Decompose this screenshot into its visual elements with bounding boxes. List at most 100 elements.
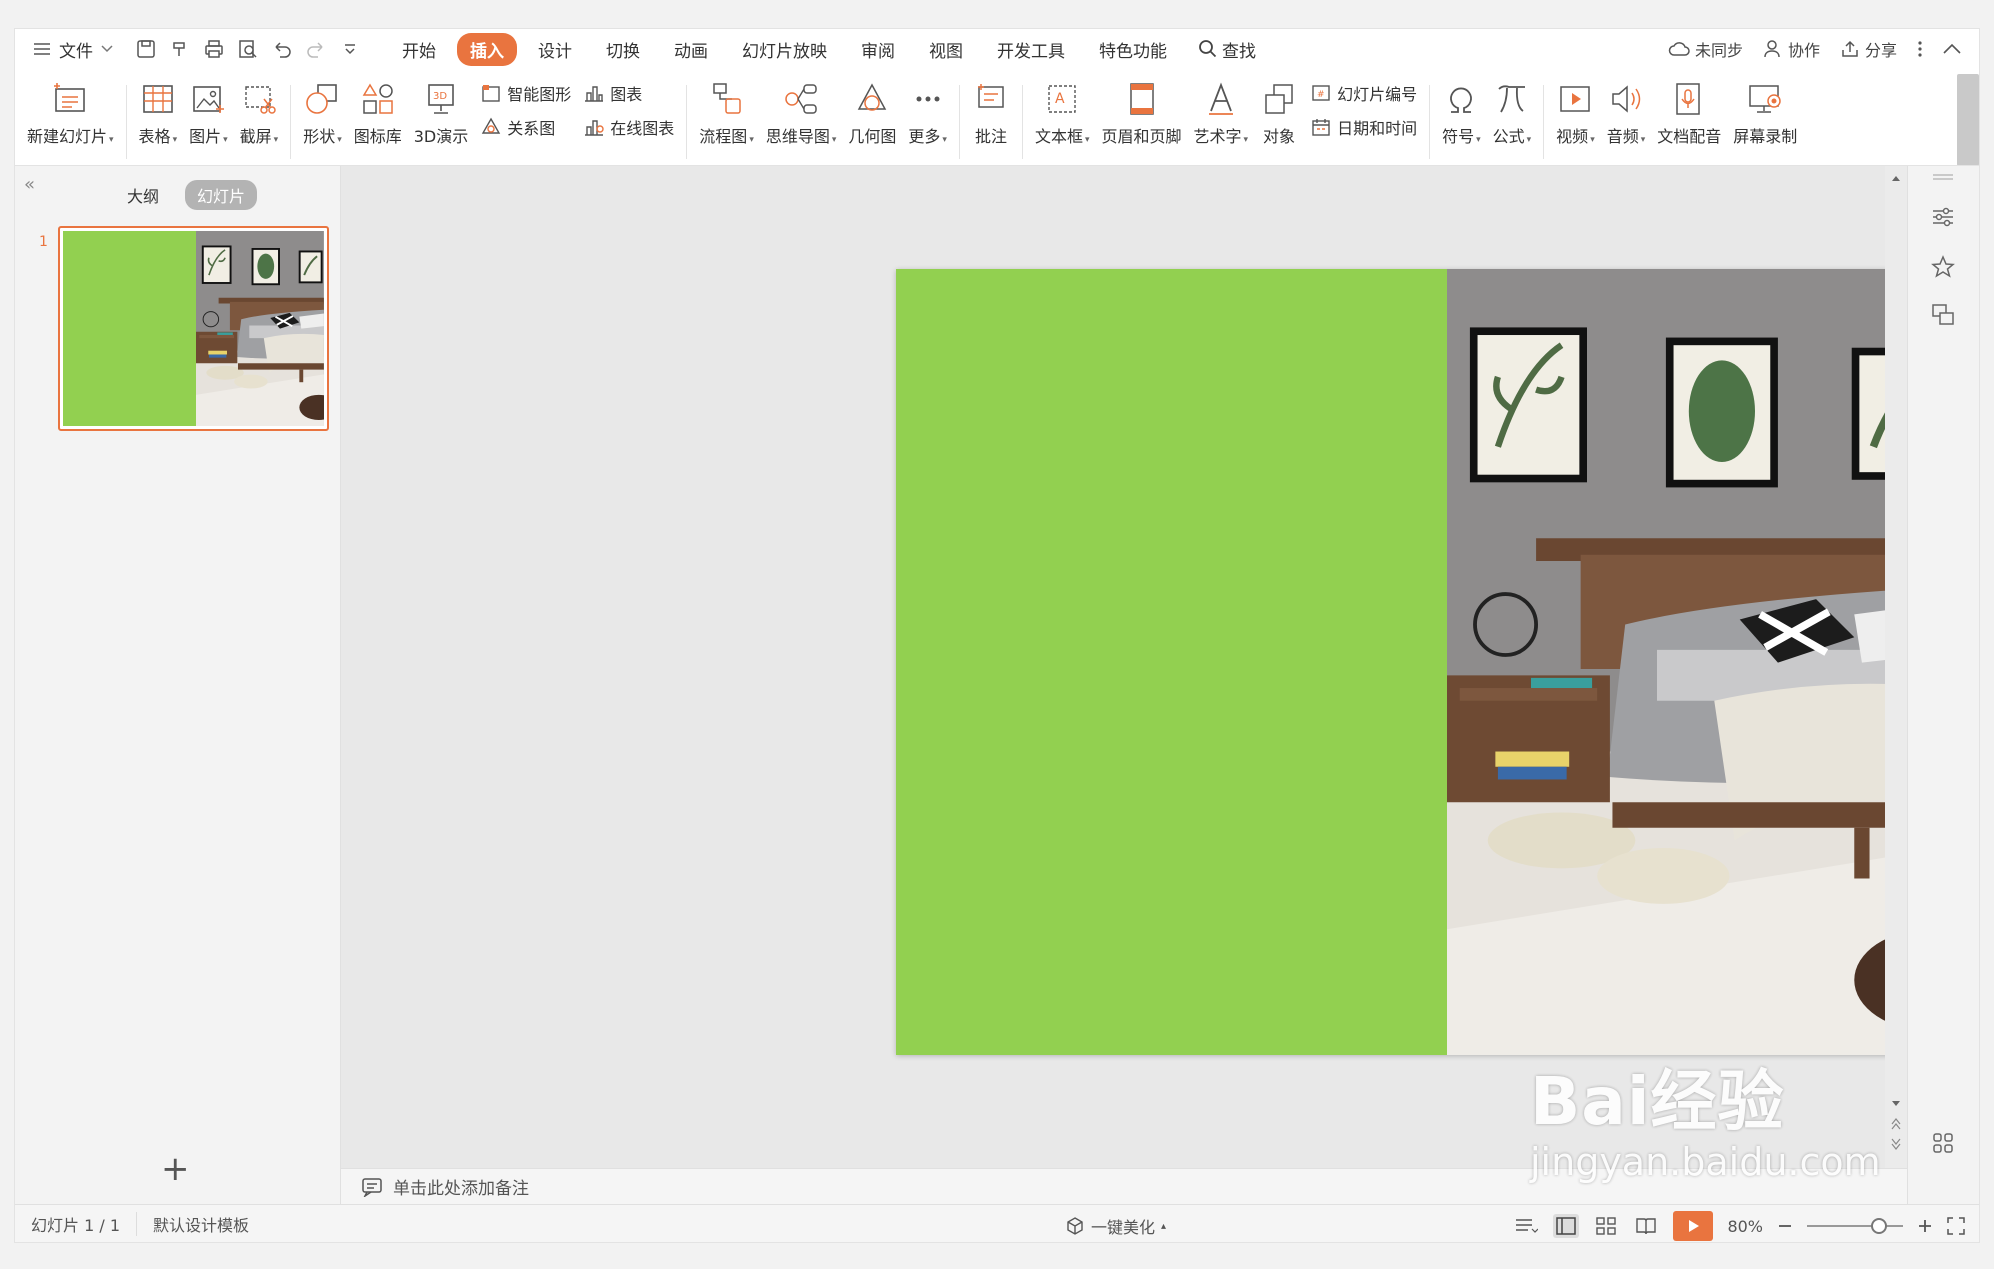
geometry-button[interactable]: 几何图 <box>842 71 902 147</box>
sync-status-button[interactable]: 未同步 <box>1668 37 1743 61</box>
tab-special[interactable]: 特色功能 <box>1086 33 1180 66</box>
print-icon[interactable] <box>203 38 225 60</box>
star-icon[interactable] <box>1930 254 1956 280</box>
screen-record-button[interactable]: 屏幕录制 <box>1727 71 1803 147</box>
ribbon-scrollbar[interactable] <box>1957 74 1979 166</box>
save-icon[interactable] <box>135 38 157 60</box>
tab-developer[interactable]: 开发工具 <box>984 33 1078 66</box>
play-slideshow-button[interactable] <box>1673 1211 1714 1241</box>
tab-animations[interactable]: 动画 <box>661 33 721 66</box>
print-preview-icon[interactable] <box>237 38 259 60</box>
collapse-panel-icon[interactable]: « <box>24 174 35 195</box>
share-icon <box>1842 40 1858 57</box>
grid-apps-icon[interactable] <box>1930 1130 1956 1156</box>
symbol-label: 符号 <box>1442 127 1475 146</box>
textbox-button[interactable]: A 文本框 ▾ <box>1029 71 1096 147</box>
scroll-down-icon[interactable] <box>1891 1100 1901 1108</box>
slide-1[interactable] <box>896 269 1951 1055</box>
page-down-icon[interactable] <box>1891 1138 1901 1150</box>
shape-button[interactable]: 形状 ▾ <box>297 71 348 147</box>
tab-insert[interactable]: 插入 <box>457 32 517 66</box>
format-painter-icon[interactable] <box>169 38 191 60</box>
flowchart-button[interactable]: 流程图 ▾ <box>693 71 760 147</box>
ribbon-divider <box>290 85 292 159</box>
slide-number-button[interactable]: # 幻灯片编号 <box>1310 81 1417 105</box>
more-button[interactable]: 更多 ▾ <box>902 71 953 147</box>
wordart-button[interactable]: 艺术字 ▾ <box>1188 71 1255 147</box>
icon-library-button[interactable]: 图标库 <box>348 71 408 147</box>
tab-outline[interactable]: 大纲 <box>115 180 171 210</box>
screenshot-button[interactable]: 截屏 ▾ <box>234 71 285 147</box>
table-button[interactable]: 表格 ▾ <box>133 71 184 147</box>
tab-transitions[interactable]: 切换 <box>593 33 653 66</box>
comment-label: 批注 <box>974 127 1007 146</box>
template-name-status[interactable]: 默认设计模板 <box>153 1212 265 1236</box>
slide-canvas <box>341 166 1951 1168</box>
fit-window-icon[interactable] <box>1947 1217 1965 1235</box>
doc-dub-button[interactable]: 文档配音 <box>1651 71 1727 147</box>
smart-shape-button[interactable]: 智能图形 <box>480 81 571 105</box>
screen-record-icon <box>1749 85 1782 113</box>
collapse-ribbon-icon[interactable] <box>1943 43 1961 55</box>
pi-icon <box>1498 85 1525 113</box>
vertical-scrollbar[interactable] <box>1885 166 1907 1168</box>
zoom-in-icon[interactable] <box>1917 1218 1933 1234</box>
tab-review[interactable]: 审阅 <box>848 33 908 66</box>
object-button[interactable]: 对象 <box>1254 71 1304 147</box>
collaborate-label: 协作 <box>1787 41 1820 60</box>
datetime-button[interactable]: 日期和时间 <box>1310 115 1417 139</box>
tab-home[interactable]: 开始 <box>389 33 449 66</box>
smart-shape-icon <box>482 85 500 102</box>
tab-design[interactable]: 设计 <box>525 33 585 66</box>
find-button[interactable]: 查找 <box>1198 37 1256 62</box>
page-up-icon[interactable] <box>1891 1118 1901 1130</box>
sorter-view-button[interactable] <box>1593 1214 1619 1238</box>
zoom-slider[interactable] <box>1807 1218 1903 1234</box>
zoom-out-icon[interactable] <box>1777 1218 1793 1234</box>
symbol-button[interactable]: 符号 ▾ <box>1436 71 1487 147</box>
audio-button[interactable]: 音频 ▾ <box>1601 71 1652 147</box>
notes-placeholder: 单击此处添加备注 <box>393 1179 529 1199</box>
datetime-label: 日期和时间 <box>1337 119 1418 138</box>
reading-view-button[interactable] <box>1633 1214 1659 1238</box>
add-slide-button[interactable]: + <box>161 1152 190 1186</box>
video-label: 视频 <box>1556 127 1589 146</box>
green-rectangle[interactable] <box>896 269 1447 1055</box>
normal-view-button[interactable] <box>1553 1214 1580 1238</box>
file-menu[interactable]: 文件 <box>33 37 113 62</box>
share-button[interactable]: 分享 <box>1840 37 1897 61</box>
collaborate-button[interactable]: 协作 <box>1763 37 1820 61</box>
new-slide-button[interactable]: 新建幻灯片 ▾ <box>21 71 120 147</box>
online-chart-button[interactable]: 在线图表 <box>583 115 674 139</box>
clone-icon[interactable] <box>1930 302 1956 328</box>
slide-number-icon: # <box>1312 85 1330 101</box>
notes-toggle-button[interactable] <box>1513 1214 1539 1238</box>
relation-diagram-button[interactable]: 关系图 <box>480 115 571 139</box>
undo-icon[interactable] <box>271 38 293 60</box>
comment-button[interactable]: 批注 <box>966 71 1016 147</box>
mindmap-button[interactable]: 思维导图 ▾ <box>760 71 843 147</box>
tab-slides[interactable]: 幻灯片 <box>185 180 258 210</box>
normal-view-icon <box>1556 1217 1577 1235</box>
customize-qa-icon[interactable] <box>339 38 361 60</box>
chart-button[interactable]: 图表 <box>583 81 674 105</box>
more-vertical-icon[interactable] <box>1917 39 1923 59</box>
redo-icon[interactable] <box>305 38 327 60</box>
tab-slideshow[interactable]: 幻灯片放映 <box>729 33 840 66</box>
zoom-level[interactable]: 80% <box>1727 1217 1763 1236</box>
scroll-up-icon[interactable] <box>1891 174 1901 182</box>
video-icon <box>1560 86 1591 112</box>
picture-button[interactable]: 图片 ▾ <box>183 71 234 147</box>
one-click-beautify-button[interactable]: 一键美化 ▴ <box>1065 1214 1166 1238</box>
video-button[interactable]: 视频 ▾ <box>1550 71 1601 147</box>
notes-icon <box>362 1177 382 1197</box>
slide-thumbnail[interactable] <box>58 226 329 431</box>
3d-icon: 3D <box>428 84 454 114</box>
3d-demo-button[interactable]: 3D 3D演示 <box>408 71 475 147</box>
settings-sliders-icon[interactable] <box>1930 204 1956 230</box>
zoom-slider-knob[interactable] <box>1871 1218 1887 1234</box>
header-footer-button[interactable]: 页眉和页脚 <box>1096 71 1188 147</box>
tab-view[interactable]: 视图 <box>916 33 976 66</box>
bedroom-photo[interactable] <box>1447 269 1951 1055</box>
formula-button[interactable]: 公式 ▾ <box>1487 71 1538 147</box>
